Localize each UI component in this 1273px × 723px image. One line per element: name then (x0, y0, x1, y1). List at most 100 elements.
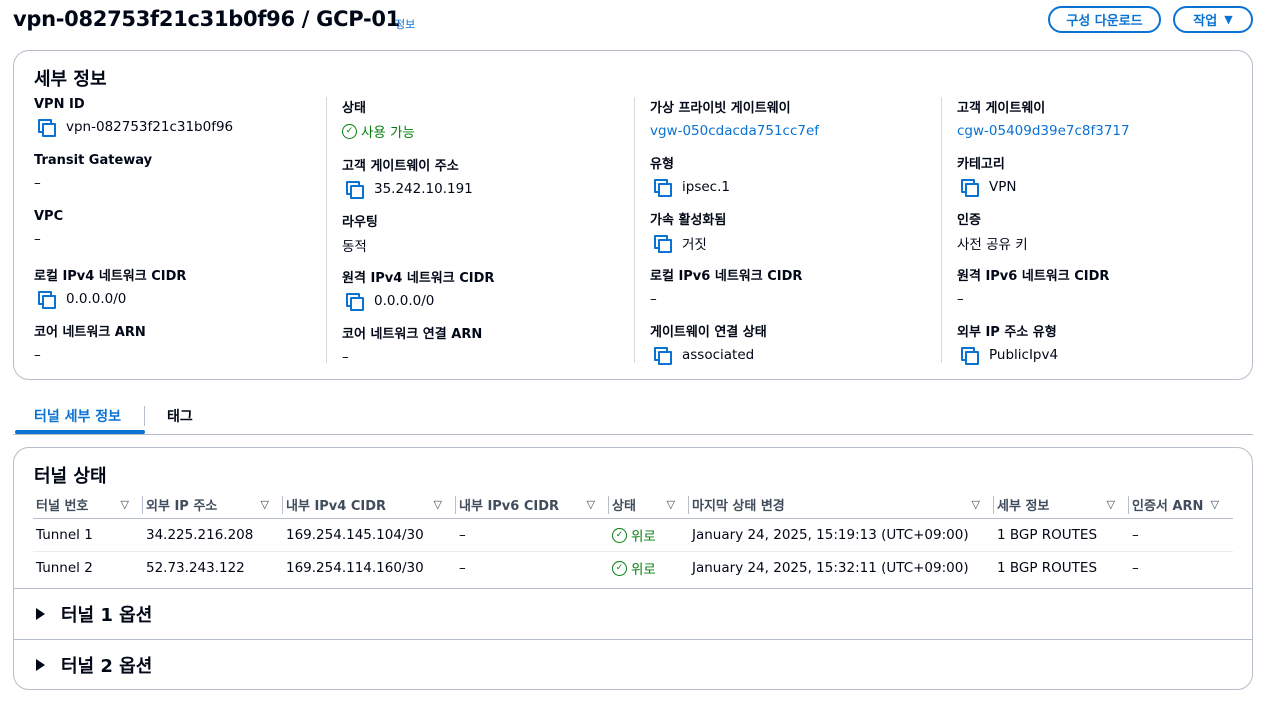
tab-tunnel-details[interactable]: 터널 세부 정보 (34, 406, 121, 426)
copy-icon[interactable] (961, 347, 979, 365)
table-header-row: 터널 번호 ▽ 외부 IP 주소 ▽ 내부 IPv4 CIDR ▽ 내부 IPv6 CIDR… (33, 490, 1233, 519)
detail-value-row: 사전 공유 키 (957, 233, 1028, 253)
detail-value: – (957, 291, 964, 307)
detail-field: 카테고리 VPN (957, 153, 1016, 197)
column-header[interactable]: 내부 IPv4 CIDR ▽ (283, 490, 456, 519)
cell-text: – (459, 560, 466, 577)
detail-label: 라우팅 (342, 215, 378, 230)
tab-divider (144, 406, 145, 426)
detail-value: 동적 (342, 239, 367, 255)
column-header[interactable]: 외부 IP 주소 ▽ (143, 490, 283, 519)
cell-text: 169.254.114.160/30 (286, 560, 424, 577)
detail-value-row: VPN (961, 177, 1016, 197)
detail-value: ipsec.1 (682, 179, 730, 195)
cell-text: Tunnel 2 (36, 560, 93, 577)
success-check-icon: ✓ (342, 123, 357, 139)
tunnel-1-options-label: 터널 1 옵션 (61, 605, 153, 626)
detail-value-row: 0.0.0.0/0 (346, 291, 494, 311)
detail-value: – (34, 231, 41, 247)
detail-field: VPC – (34, 209, 63, 249)
column-header[interactable]: 세부 정보 ▽ (994, 490, 1129, 519)
status-indicator: ✓ 위로 (612, 525, 689, 545)
detail-value: 사전 공유 키 (957, 237, 1028, 253)
column-header-label: 세부 정보 (997, 498, 1050, 514)
detail-value-row: – (342, 347, 482, 367)
detail-link[interactable]: vgw-050cdacda751cc7ef (650, 123, 819, 139)
copy-icon[interactable] (961, 179, 979, 197)
detail-value-row: ipsec.1 (654, 177, 730, 197)
table-row: Tunnel 2 52.73.243.122 169.254.114.160/30 –… (33, 552, 1233, 585)
sort-icon[interactable]: ▽ (121, 498, 129, 511)
sort-icon[interactable]: ▽ (1211, 498, 1219, 511)
detail-label: Transit Gateway (34, 153, 153, 168)
column-header[interactable]: 마지막 상태 변경 ▽ (689, 490, 994, 519)
copy-icon[interactable] (38, 291, 56, 309)
detail-value: PublicIpv4 (989, 347, 1059, 363)
detail-field: VPN ID vpn-082753f21c31b0f96 (34, 97, 233, 137)
sort-icon[interactable]: ▽ (434, 498, 442, 511)
cell-text: 34.225.216.208 (146, 527, 254, 543)
column-divider (326, 97, 327, 363)
detail-field: 코어 네트워크 연결 ARN – (342, 323, 482, 367)
sort-icon[interactable]: ▽ (587, 498, 595, 511)
detail-field: 고객 게이트웨이 cgw-05409d39e7c8f3717 (957, 97, 1130, 141)
table-cell: ✓ 위로 (609, 518, 689, 552)
actions-button-label: 작업 (1193, 14, 1218, 29)
table-cell: January 24, 2025, 15:19:13 (UTC+09:00) (689, 518, 994, 552)
detail-field: 가상 프라이빗 게이트웨이 vgw-050cdacda751cc7ef (650, 97, 819, 141)
download-config-button[interactable]: 구성 다운로드 (1048, 6, 1161, 33)
cell-text: – (1132, 527, 1139, 543)
table-cell: – (1129, 552, 1233, 585)
column-divider (634, 97, 635, 363)
sort-icon[interactable]: ▽ (1107, 498, 1115, 511)
copy-icon[interactable] (346, 181, 364, 199)
detail-field: 로컬 IPv4 네트워크 CIDR 0.0.0.0/0 (34, 265, 186, 309)
detail-value-row: – (34, 229, 63, 249)
copy-icon[interactable] (38, 119, 56, 137)
detail-label: 코어 네트워크 연결 ARN (342, 327, 483, 342)
table-cell: ✓ 위로 (609, 552, 689, 585)
tunnel-2-options-expander[interactable]: 터널 2 옵션 (14, 639, 1252, 690)
detail-value: – (650, 291, 657, 307)
copy-icon[interactable] (654, 179, 672, 197)
caret-right-icon (36, 608, 45, 620)
detail-label: 원격 IPv4 네트워크 CIDR (342, 271, 495, 286)
actions-button[interactable]: 작업 ▼ (1173, 6, 1253, 33)
copy-icon[interactable] (654, 235, 672, 253)
cell-text: 52.73.243.122 (146, 560, 245, 577)
sort-icon[interactable]: ▽ (667, 498, 675, 511)
tunnel-1-options-expander[interactable]: 터널 1 옵션 (14, 588, 1252, 639)
status-text: 위로 (631, 562, 656, 579)
detail-link[interactable]: cgw-05409d39e7c8f3717 (957, 123, 1130, 139)
detail-field: 외부 IP 주소 유형 PublicIpv4 (957, 321, 1058, 365)
column-header[interactable]: 터널 번호 ▽ (33, 490, 143, 519)
success-check-icon: ✓ (612, 527, 627, 543)
detail-field: Transit Gateway – (34, 153, 152, 193)
sort-icon[interactable]: ▽ (972, 498, 980, 511)
table-cell: 169.254.145.104/30 (283, 518, 456, 552)
cell-text: – (459, 527, 466, 543)
detail-label: VPC (34, 209, 64, 224)
column-header-label: 인증서 ARN (1132, 498, 1204, 514)
copy-icon[interactable] (654, 347, 672, 365)
status-indicator: ✓ 위로 (612, 558, 689, 578)
detail-field: 로컬 IPv6 네트워크 CIDR – (650, 265, 802, 309)
active-tab-indicator (15, 430, 145, 434)
tab-tags[interactable]: 태그 (167, 406, 193, 426)
tab-bar: 터널 세부 정보 태그 (13, 398, 1253, 435)
copy-icon[interactable] (346, 293, 364, 311)
detail-value-row: 35.242.10.191 (346, 179, 473, 199)
column-header[interactable]: 내부 IPv6 CIDR ▽ (456, 490, 609, 519)
sort-icon[interactable]: ▽ (261, 498, 269, 511)
column-header[interactable]: 인증서 ARN ▽ (1129, 490, 1233, 519)
tunnel-status-panel: 터널 상태 터널 번호 ▽ 외부 IP 주소 ▽ 내부 IPv4 CIDR ▽ 내부 IPv… (13, 447, 1253, 690)
detail-label: 상태 (342, 101, 366, 116)
table-cell: Tunnel 2 (33, 552, 143, 585)
detail-value: – (342, 349, 349, 365)
detail-label: VPN ID (34, 97, 85, 112)
success-check-icon: ✓ (612, 560, 627, 576)
details-panel: 세부 정보 VPN ID vpn-082753f21c31b0f96 Transit… (13, 50, 1253, 380)
info-link[interactable]: 정보 (395, 16, 415, 32)
column-header[interactable]: 상태 ▽ (609, 490, 689, 519)
table-cell: 1 BGP ROUTES (994, 552, 1129, 585)
